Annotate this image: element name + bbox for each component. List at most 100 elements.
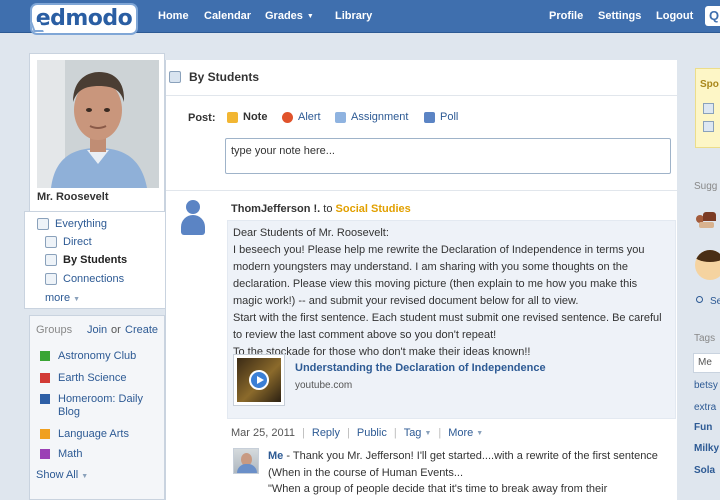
nav-logout[interactable]: Logout [656, 0, 693, 33]
nav-library[interactable]: Library [335, 0, 372, 33]
show-all-groups-link[interactable]: Show All ▼ [36, 469, 88, 481]
message-line: declaration. Please view this moving pic… [233, 278, 638, 290]
suggested-heading: Sugg [694, 181, 718, 192]
note-input[interactable]: type your note here... [225, 138, 671, 174]
post-type-note[interactable]: Note [227, 111, 267, 123]
direct-icon [45, 236, 57, 248]
suggested-avatar[interactable] [695, 250, 720, 280]
post-group-link[interactable]: Social Studies [336, 203, 411, 215]
post-type-label: Alert [298, 111, 321, 123]
tag-link[interactable]: Sola [694, 465, 715, 476]
post-date: Mar 25, 2011 [231, 427, 296, 439]
tag-link[interactable]: Fun [694, 422, 712, 433]
nav-home[interactable]: Home [158, 0, 189, 33]
video-thumbnail[interactable] [233, 354, 285, 406]
spotlight-icon[interactable] [703, 121, 714, 132]
alert-icon [282, 111, 293, 123]
post-type-assignment[interactable]: Assignment [335, 111, 408, 123]
sidebar-item-everything[interactable]: Everything [37, 218, 107, 230]
nav-calendar[interactable]: Calendar [204, 0, 251, 33]
search-icon[interactable] [696, 296, 703, 303]
main-feed: By Students Post: Note Alert Assignment … [165, 60, 678, 500]
group-color-swatch [40, 429, 50, 439]
page-title: By Students [169, 70, 259, 84]
avatar[interactable] [233, 448, 259, 474]
poll-icon [424, 111, 435, 123]
avatar-part [699, 222, 714, 228]
more-link[interactable]: more ▼ [45, 292, 80, 304]
more-actions-link[interactable]: More [448, 427, 473, 439]
nav-library-label: Library [335, 10, 373, 22]
group-item[interactable]: Earth Science [40, 372, 160, 385]
tag-link[interactable]: Milky [694, 443, 719, 454]
spotlight-box: Spo [695, 68, 720, 148]
edmodo-logo[interactable]: edmodo [30, 3, 138, 35]
right-sidebar: Spo Sugg Se Tags Me betsy extra Fun Milk… [677, 60, 720, 500]
groups-heading: Groups [36, 324, 73, 336]
tag-link[interactable]: Tag [404, 427, 422, 439]
spotlight-icon[interactable] [703, 103, 714, 114]
sidebar-item-by-students[interactable]: By Students [45, 254, 127, 266]
nav-profile-label: Profile [549, 10, 584, 22]
post-type-alert[interactable]: Alert [282, 111, 321, 123]
avatar[interactable] [180, 200, 206, 236]
sidebar-item-direct[interactable]: Direct [45, 236, 92, 248]
sidebar-item-label: Direct [63, 236, 92, 248]
group-item[interactable]: Language Arts [40, 428, 160, 441]
separator: | [438, 427, 442, 439]
reply-author-link[interactable]: Me [268, 450, 283, 462]
show-all-label: Show All [36, 469, 79, 481]
video-image [237, 358, 281, 402]
avatar[interactable] [37, 60, 159, 188]
tag-link[interactable]: betsy [694, 380, 718, 391]
group-color-swatch [40, 351, 50, 361]
tag-link[interactable]: extra [694, 402, 716, 413]
search-link[interactable]: Se [710, 296, 720, 307]
video-source: youtube.com [295, 380, 353, 391]
message-line: modern youngsters may understand. I am s… [233, 261, 628, 273]
post-message: Dear Students of Mr. Roosevelt: I beseec… [227, 220, 676, 419]
tag-input[interactable]: Me [693, 353, 720, 373]
create-group-link[interactable]: Create [125, 324, 158, 336]
note-icon [227, 111, 238, 123]
separator: | [302, 427, 305, 439]
avatar-portrait [37, 60, 159, 188]
chevron-down-icon: ▼ [73, 296, 80, 303]
sidebar-item-connections[interactable]: Connections [45, 273, 124, 285]
post-author-link[interactable]: ThomJefferson !. [231, 203, 320, 215]
chevron-down-icon: ▼ [476, 429, 484, 437]
join-group-link[interactable]: Join [87, 324, 107, 336]
group-item[interactable]: Homeroom: Daily Blog [40, 393, 160, 419]
reply-link[interactable]: Reply [312, 427, 340, 439]
group-label: Astronomy Club [58, 350, 137, 362]
students-icon [45, 254, 57, 266]
sidebar-item-label: By Students [63, 254, 128, 266]
group-label: Language Arts [58, 428, 129, 440]
feed-filter-nav: Everything Direct By Students Connection… [24, 211, 166, 309]
group-item[interactable]: Math [40, 448, 160, 461]
message-line: I beseech you! Please help me rewrite th… [233, 244, 645, 256]
avatar-body [181, 215, 205, 235]
suggested-avatar[interactable] [696, 212, 716, 230]
post-type-label: Assignment [351, 111, 409, 123]
post-type-poll[interactable]: Poll [424, 111, 458, 123]
nav-grades[interactable]: Grades ▼ [265, 0, 314, 33]
nav-calendar-label: Calendar [204, 10, 252, 22]
chevron-down-icon: ▼ [306, 13, 314, 20]
video-title-link[interactable]: Understanding the Declaration of Indepen… [295, 362, 546, 374]
nav-logout-label: Logout [656, 10, 694, 22]
public-link[interactable]: Public [357, 427, 387, 439]
nav-settings[interactable]: Settings [598, 0, 641, 33]
group-item[interactable]: Astronomy Club [40, 350, 160, 363]
post-header: ThomJefferson !. to Social Studies [231, 203, 411, 215]
profile-name[interactable]: Mr. Roosevelt [37, 191, 109, 203]
nav-profile[interactable]: Profile [549, 0, 583, 33]
reply-text: - Thank you Mr. Jefferson! I'll get star… [286, 450, 658, 462]
sidebar-item-label: Connections [63, 273, 125, 285]
sidebar-item-label: Everything [55, 218, 107, 230]
message-line: to review the last comment above so you … [233, 329, 497, 341]
message-line: Start with the first sentence. Each stud… [233, 312, 662, 324]
group-color-swatch [40, 394, 50, 404]
search-icon[interactable]: Q [705, 6, 720, 26]
avatar-head [186, 200, 200, 214]
